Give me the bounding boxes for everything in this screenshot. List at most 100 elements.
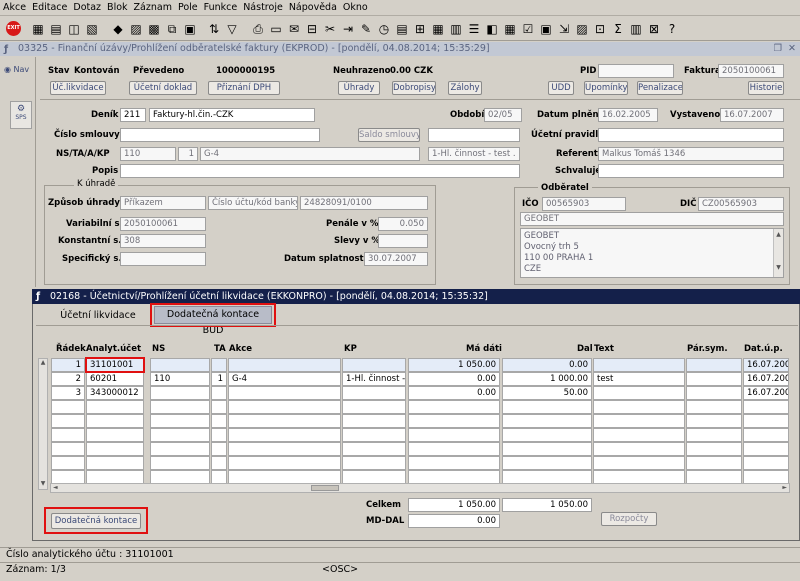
cell-radek[interactable]: 1 xyxy=(51,358,85,372)
cell-kp[interactable] xyxy=(342,428,406,442)
cell-akce[interactable] xyxy=(228,358,341,372)
cell-ns[interactable] xyxy=(150,358,210,372)
cislo-smlouvy-field[interactable] xyxy=(120,128,320,142)
cell-ta[interactable] xyxy=(211,358,227,372)
zalohy-button[interactable]: Zálohy xyxy=(448,81,482,95)
cell-datup[interactable] xyxy=(743,442,789,456)
cell-parsym[interactable] xyxy=(686,358,742,372)
cell-analyt[interactable]: 343000012 xyxy=(86,386,144,400)
cell-ns[interactable] xyxy=(150,400,210,414)
cell-parsym[interactable] xyxy=(686,428,742,442)
clock-icon[interactable]: ◷ xyxy=(376,21,392,37)
cell-text[interactable] xyxy=(593,386,685,400)
cell-datup[interactable]: 16.07.2007 xyxy=(743,386,789,400)
popis-field[interactable] xyxy=(120,164,520,178)
copy-icon[interactable]: ⧉ xyxy=(164,21,180,37)
cell-kp[interactable] xyxy=(342,456,406,470)
cell-datup[interactable]: 16.07.2007 xyxy=(743,358,789,372)
cell-akce[interactable] xyxy=(228,456,341,470)
cell-datup[interactable]: 16.07.2007 xyxy=(743,372,789,386)
cell-dal[interactable] xyxy=(502,400,592,414)
upominky-button[interactable]: Upomínky xyxy=(584,81,628,95)
ruler-icon[interactable]: ⊠ xyxy=(646,21,662,37)
mail-icon[interactable]: ✉ xyxy=(286,21,302,37)
cell-kp[interactable] xyxy=(342,386,406,400)
cell-analyt[interactable] xyxy=(86,456,144,470)
tree-icon[interactable]: ⊞ xyxy=(412,21,428,37)
akce-field[interactable]: G-4 xyxy=(200,147,420,161)
ucetni-pravidlo-field[interactable] xyxy=(598,128,784,142)
list-icon[interactable]: ☰ xyxy=(466,21,482,37)
cell-parsym[interactable] xyxy=(686,386,742,400)
konstantni-field[interactable]: 308 xyxy=(120,234,206,248)
cell-akce[interactable] xyxy=(228,442,341,456)
cell-datup[interactable] xyxy=(743,456,789,470)
cell-ns[interactable] xyxy=(150,386,210,400)
cell-analyt[interactable] xyxy=(86,414,144,428)
ucetni-doklad-button[interactable]: Účetní doklad xyxy=(129,81,197,95)
cell-dal[interactable] xyxy=(502,414,592,428)
import-icon[interactable]: ⇥ xyxy=(340,21,356,37)
cell-parsym[interactable] xyxy=(686,400,742,414)
cell-madati[interactable] xyxy=(408,428,500,442)
cell-text[interactable] xyxy=(593,358,685,372)
slevy-field[interactable] xyxy=(378,234,428,248)
dic-field[interactable]: CZ00565903 xyxy=(698,197,784,211)
menu-okno[interactable]: Okno xyxy=(340,0,371,16)
grid-horizontal-scrollbar[interactable]: ◄ ► xyxy=(50,483,790,493)
cell-text[interactable] xyxy=(593,442,685,456)
cell-ns[interactable] xyxy=(150,442,210,456)
denik-code-field[interactable]: 211 xyxy=(120,108,146,122)
cell-ta[interactable] xyxy=(211,470,227,484)
menu-funkce[interactable]: Funkce xyxy=(201,0,241,16)
referent-field[interactable]: Malkus Tomáš 1346 xyxy=(598,147,784,161)
cell-kp[interactable] xyxy=(342,358,406,372)
grid-vertical-scrollbar[interactable]: ▲ ▼ xyxy=(38,358,48,490)
cell-ns[interactable] xyxy=(150,456,210,470)
menu-akce[interactable]: Akce xyxy=(0,0,29,16)
saldo-smlouvy-button[interactable]: Saldo smlouvy xyxy=(358,128,420,142)
sum-icon[interactable]: Σ xyxy=(610,21,626,37)
clear-icon[interactable]: ◫ xyxy=(66,21,82,37)
ns-field[interactable]: 110 xyxy=(120,147,176,161)
cell-text[interactable] xyxy=(593,470,685,484)
cell-text[interactable] xyxy=(593,456,685,470)
save-icon[interactable]: ▦ xyxy=(30,21,46,37)
kp-field[interactable]: 1-Hl. činnost - test . bbb xyxy=(428,147,520,161)
cell-parsym[interactable] xyxy=(686,442,742,456)
form-icon[interactable]: ▦ xyxy=(430,21,446,37)
cell-datup[interactable] xyxy=(743,414,789,428)
tab-ucetni-likvidace[interactable]: Účetní likvidace xyxy=(52,307,144,324)
cislo-uctu-field[interactable]: 24828091/0100 xyxy=(300,196,428,210)
celkem-dal-field[interactable]: 1 050.00 xyxy=(502,498,592,512)
check-icon[interactable]: ☑ xyxy=(520,21,536,37)
ico-field[interactable]: 00565903 xyxy=(542,197,626,211)
cell-madati[interactable] xyxy=(408,414,500,428)
cell-text[interactable] xyxy=(593,400,685,414)
cell-dal[interactable]: 50.00 xyxy=(502,386,592,400)
cell-madati[interactable]: 1 050.00 xyxy=(408,358,500,372)
export-icon[interactable]: ⇲ xyxy=(556,21,572,37)
denik-name-field[interactable]: Faktury-hl.čin.-CZK xyxy=(149,108,315,122)
lock-icon[interactable]: ⊡ xyxy=(592,21,608,37)
cell-ta[interactable]: 1 xyxy=(211,372,227,386)
paste-icon[interactable]: ▣ xyxy=(182,21,198,37)
cell-text[interactable] xyxy=(593,428,685,442)
cell-analyt[interactable] xyxy=(86,428,144,442)
grid-icon[interactable]: ▦ xyxy=(502,21,518,37)
datum-plneni-field[interactable]: 16.02.2005 xyxy=(598,108,658,122)
cell-analyt[interactable]: 60201 xyxy=(86,372,144,386)
sps-button[interactable]: ⚙ SPS xyxy=(10,101,32,129)
calc-icon[interactable]: ▣ xyxy=(538,21,554,37)
printer-icon[interactable]: ⎙ xyxy=(250,21,266,37)
cell-dal[interactable] xyxy=(502,442,592,456)
cell-ta[interactable] xyxy=(211,386,227,400)
historie-button[interactable]: Historie xyxy=(748,81,784,95)
cell-akce[interactable] xyxy=(228,400,341,414)
cell-madati[interactable]: 0.00 xyxy=(408,386,500,400)
cell-dal[interactable]: 0.00 xyxy=(502,358,592,372)
cell-analyt[interactable] xyxy=(86,470,144,484)
cell-madati[interactable] xyxy=(408,400,500,414)
cell-dal[interactable]: 1 000.00 xyxy=(502,372,592,386)
exit-icon[interactable]: EXIT xyxy=(6,21,22,37)
